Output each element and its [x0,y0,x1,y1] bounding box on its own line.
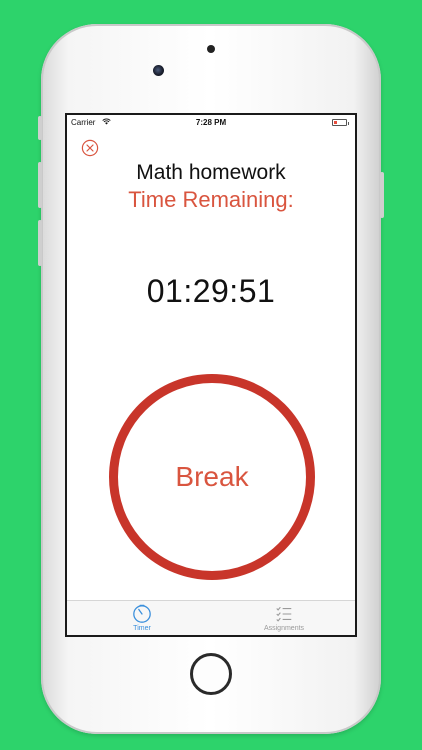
front-camera [153,65,164,76]
battery-level [334,121,337,124]
earpiece [207,45,215,53]
status-time: 7:28 PM [195,118,227,127]
tab-assignments-label: Assignments [263,625,305,632]
phone-frame: Carrier 7:28 PM Math homework Time Remai… [38,24,384,734]
break-button-label: Break [175,461,249,492]
tab-timer[interactable]: Timer [97,604,187,634]
timer-icon [133,604,151,623]
power-button [380,172,384,218]
time-remaining-label: Time Remaining: [128,187,294,212]
close-circle-icon[interactable] [81,139,99,157]
tab-bar: Timer Assignments [67,600,355,635]
volume-up-button [38,162,42,208]
tab-assignments[interactable]: Assignments [239,604,329,634]
task-title: Math homework [136,161,286,184]
tab-timer-label: Timer [133,625,151,632]
volume-down-button [38,220,42,266]
countdown-display: 01:29:51 [146,273,276,309]
status-bar: Carrier 7:28 PM [67,115,355,131]
checklist-icon [276,606,292,622]
break-button[interactable]: Break [109,374,315,580]
home-button[interactable] [190,653,232,695]
mute-switch [38,116,42,140]
app-screen: Carrier 7:28 PM Math homework Time Remai… [65,113,357,637]
battery-icon [332,119,349,126]
